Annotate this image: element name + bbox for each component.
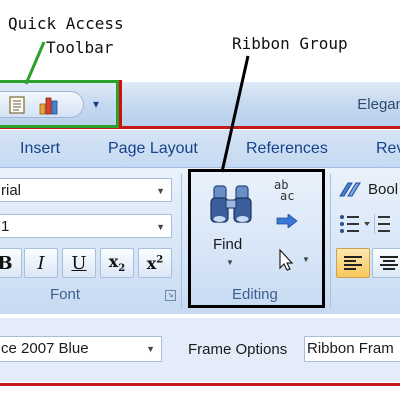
quick-access-pointer-line	[24, 41, 46, 85]
quick-access-annotation-line2: Toolbar	[46, 38, 114, 57]
ribbon-highlight-box	[0, 126, 400, 386]
quick-access-annotation-line1: Quick Access	[8, 14, 124, 33]
quick-access-highlight-box	[0, 80, 119, 128]
window-title: Elegan	[357, 96, 400, 113]
ribbon-group-annotation: Ribbon Group	[232, 34, 348, 53]
